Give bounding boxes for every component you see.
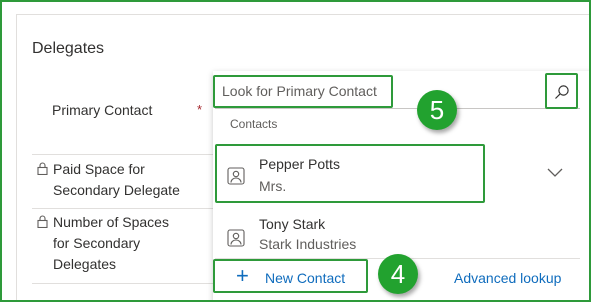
advanced-lookup-link[interactable]: Advanced lookup bbox=[454, 270, 561, 286]
search-underline bbox=[215, 108, 580, 109]
primary-contact-label: Primary Contact bbox=[52, 102, 153, 118]
highlight-search-input bbox=[213, 75, 393, 108]
paid-space-label-line1: Paid Space for bbox=[53, 161, 145, 177]
field-divider bbox=[32, 154, 214, 155]
lookup-result-tony-stark[interactable]: Tony Stark Stark Industries bbox=[215, 207, 575, 257]
result-secondary: Stark Industries bbox=[259, 236, 357, 252]
paid-space-label-line2: Secondary Delegate bbox=[53, 182, 180, 198]
result-name: Tony Stark bbox=[259, 216, 326, 232]
lock-icon bbox=[37, 162, 48, 175]
highlight-search-button bbox=[545, 73, 578, 109]
section-title: Delegates bbox=[32, 40, 105, 57]
field-divider bbox=[32, 283, 214, 284]
contact-icon bbox=[227, 229, 245, 247]
field-divider bbox=[32, 208, 214, 209]
step-badge-4: 4 bbox=[378, 254, 418, 294]
chevron-down-icon[interactable] bbox=[546, 167, 564, 179]
highlight-result bbox=[215, 144, 485, 203]
lookup-group-label: Contacts bbox=[230, 117, 278, 131]
spaces-label-line2: for Secondary bbox=[53, 235, 141, 251]
spaces-label-line3: Delegates bbox=[53, 256, 117, 272]
highlight-new-contact bbox=[213, 259, 368, 293]
step-badge-5: 5 bbox=[417, 90, 457, 130]
annotation-frame: Delegates Primary Contact * Paid Space f… bbox=[0, 0, 591, 302]
lock-icon bbox=[37, 215, 48, 228]
spaces-label-line1: Number of Spaces bbox=[53, 214, 169, 230]
required-indicator: * bbox=[197, 102, 203, 117]
